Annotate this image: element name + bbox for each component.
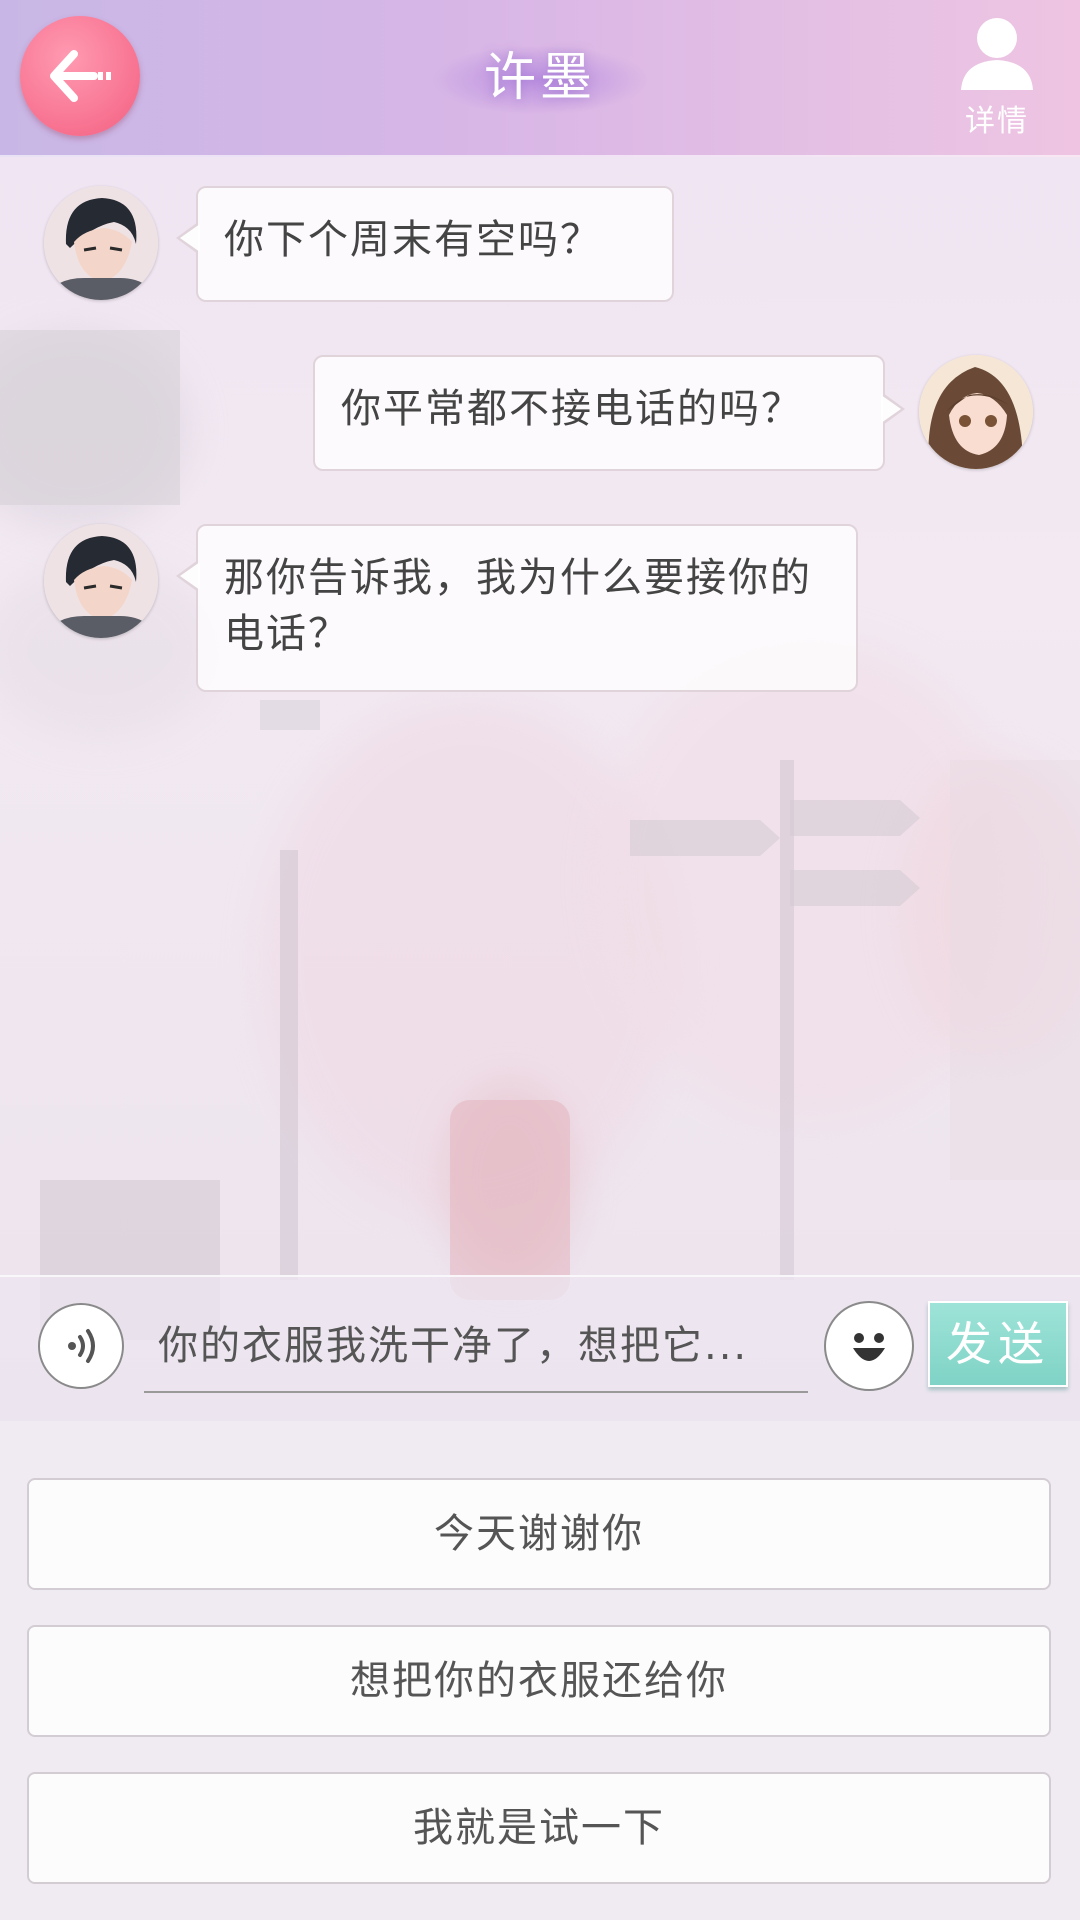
avatar-female-icon [919, 355, 1033, 469]
back-button[interactable] [20, 16, 140, 136]
reply-option[interactable]: 想把你的衣服还给你 [27, 1625, 1051, 1737]
reply-option[interactable]: 我就是试一下 [27, 1772, 1051, 1884]
emoji-button[interactable] [824, 1301, 914, 1391]
arrow-left-icon [50, 50, 111, 102]
top-bar: 许墨 详情 [0, 0, 1080, 157]
avatar-male-icon [44, 186, 158, 300]
message-bubble-incoming: 你下个周末有空吗？ [176, 186, 674, 302]
my-avatar[interactable] [919, 355, 1033, 469]
person-icon [961, 18, 1033, 90]
voice-wave-icon [68, 1329, 95, 1363]
message-input[interactable]: 你的衣服我洗干净了，想把它... [144, 1299, 808, 1393]
detail-label: 详情 [965, 104, 1029, 139]
avatar-male-icon [44, 524, 158, 638]
voice-button[interactable] [38, 1303, 124, 1389]
chat-title: 许墨 [483, 48, 596, 108]
message-bubble-outgoing: 你平常都不接电话的吗？ [313, 355, 905, 471]
smiley-face-icon [853, 1333, 885, 1361]
contact-avatar[interactable] [44, 524, 158, 638]
reply-options-panel: 今天谢谢你 想把你的衣服还给你 我就是试一下 [0, 1419, 1080, 1920]
detail-button[interactable]: 详情 [942, 14, 1052, 139]
contact-avatar[interactable] [44, 186, 158, 300]
message-composer: 你的衣服我洗干净了，想把它... 发送 [0, 1275, 1080, 1421]
reply-option[interactable]: 今天谢谢你 [27, 1478, 1051, 1590]
send-button[interactable]: 发送 [928, 1301, 1068, 1387]
message-bubble-incoming: 那你告诉我，我为什么要接你的电话？ [176, 524, 858, 692]
chat-screen: 许墨 详情 你下个周末有空吗？ 你平常都不接电话的吗？ 那你告诉我，我为什么要接… [0, 0, 1080, 1920]
